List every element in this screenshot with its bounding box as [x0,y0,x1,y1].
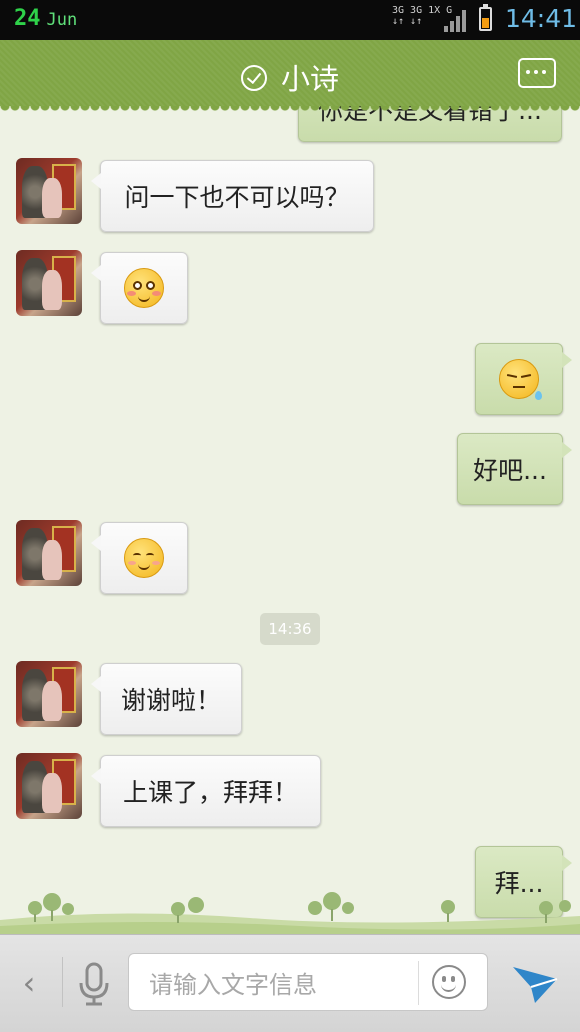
status-date-day: 24 [14,6,41,31]
chat-header: 小诗 [0,40,580,112]
annoyed-sweat-emoji-icon [499,359,542,400]
contact-avatar[interactable] [16,520,82,586]
status-date-month: Jun [46,10,78,30]
message-bubble-incoming[interactable]: 问一下也不可以吗？ [91,160,374,232]
message-text: 问一下也不可以吗？ [124,183,350,212]
chat-title-wrap: 小诗 [0,56,580,98]
message-bubble-incoming[interactable]: 上课了，拜拜！ [91,755,321,827]
contact-avatar[interactable] [16,250,82,316]
message-text: 谢谢啦！ [120,686,221,715]
status-date: 24 Jun [14,6,77,31]
message-bubble-outgoing[interactable] [475,343,572,415]
signal-icon [444,8,470,32]
microphone-icon[interactable] [74,961,114,1007]
chat-thread[interactable]: 你是不是又看错了... 问一下也不可以吗？ 好吧... 14:36 谢谢啦！ 上… [0,106,580,934]
timestamp-chip: 14:36 [260,613,320,645]
chat-title: 小诗 [280,62,339,96]
more-menu-button[interactable] [518,58,556,88]
message-text: 上课了，拜拜！ [122,778,298,807]
status-time: 14:41 [505,4,578,33]
shy-emoji-icon [124,268,164,308]
composer-bar: ‹ 请输入文字信息 [0,934,580,1032]
message-bubble-incoming[interactable] [91,522,188,594]
divider [62,957,63,1007]
smiley-icon[interactable] [432,965,466,999]
message-text: 好吧... [473,456,547,485]
divider [418,961,419,1005]
status-bar: 24 Jun 3G 3G 1X G ↓↑ ↓↑ 14:41 [0,0,580,40]
battery-icon [479,4,492,31]
check-circle-icon [240,65,267,91]
contact-avatar[interactable] [16,158,82,224]
smile-emoji-icon [124,538,164,578]
contact-avatar[interactable] [16,753,82,819]
message-input-placeholder: 请输入文字信息 [149,970,317,999]
message-text: 拜... [494,869,544,898]
battery-level [482,18,489,28]
message-bubble-outgoing[interactable]: 好吧... [457,433,572,505]
message-bubble-incoming[interactable]: 谢谢啦！ [91,663,242,735]
send-arrow-icon[interactable] [510,961,560,1007]
chevron-left-icon[interactable]: ‹ [14,961,44,1005]
message-bubble-incoming[interactable] [91,252,188,324]
contact-avatar[interactable] [16,661,82,727]
message-bubble-outgoing[interactable]: 拜... [475,846,572,918]
